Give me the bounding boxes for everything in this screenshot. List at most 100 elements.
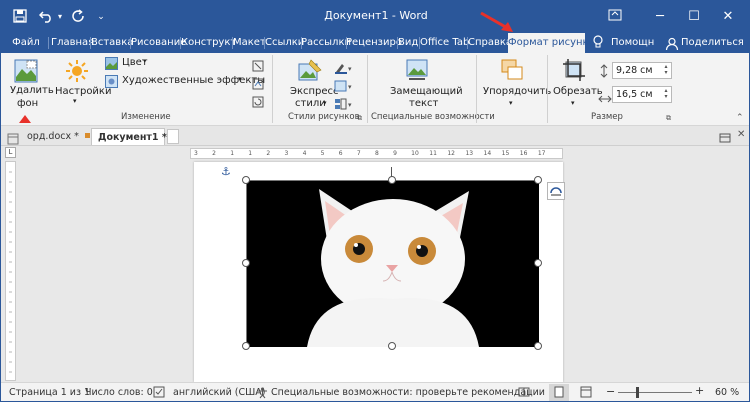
remove-background-button[interactable]: Удалить фон	[5, 55, 54, 119]
web-layout-icon[interactable]	[580, 386, 592, 401]
anchor-icon: ⚓	[221, 165, 231, 178]
height-spinner[interactable]: ▴ ▾	[662, 64, 670, 77]
quick-styles-icon	[298, 59, 322, 81]
accessibility-status[interactable]: Специальные возможности: проверьте реком…	[271, 387, 545, 398]
vertical-ruler-ticks	[9, 171, 12, 373]
tab-mailings[interactable]: Рассылки	[301, 33, 351, 53]
resize-handle[interactable]	[534, 176, 542, 184]
tab-selector-icon[interactable]: L	[5, 147, 16, 158]
proofing-icon[interactable]	[153, 386, 165, 401]
height-icon	[599, 63, 609, 82]
ruler-number: 9	[393, 150, 397, 157]
alt-text-button[interactable]: Замещающий текст	[381, 55, 463, 111]
tab-draw[interactable]: Рисование	[131, 33, 186, 53]
doc-tab-marker-icon	[85, 133, 90, 138]
zoom-in-icon[interactable]: +	[695, 384, 704, 397]
zoom-slider[interactable]	[618, 392, 692, 393]
ruler-number: 7	[356, 150, 361, 157]
doc-tab-active[interactable]: Документ1 *	[91, 128, 167, 145]
height-input[interactable]: 9,28 см ▴ ▾	[612, 62, 672, 79]
picture-border-icon[interactable]: ▾	[334, 59, 354, 78]
artistic-effects-button[interactable]: Художественные эффекты ▾	[105, 75, 265, 90]
focus-mode-icon[interactable]	[518, 386, 530, 401]
word-count[interactable]: Число слов: 0	[85, 387, 153, 398]
tab-tell-me[interactable]: Помощн	[611, 33, 654, 53]
width-input[interactable]: 16,5 см ▴ ▾	[612, 86, 672, 103]
page-count[interactable]: Страница 1 из 1	[9, 387, 90, 398]
chevron-down-icon: ▾	[73, 97, 77, 105]
crop-icon	[563, 59, 585, 81]
picture-effects-icon[interactable]: ▾	[334, 77, 354, 96]
document-page[interactable]: ⚓	[194, 162, 565, 382]
vertical-ruler[interactable]	[5, 161, 16, 381]
tab-help[interactable]: Справка	[468, 33, 512, 53]
tab-references[interactable]: Ссылки	[265, 33, 304, 53]
rotate-handle-stem	[391, 167, 392, 177]
remove-background-icon	[14, 59, 38, 83]
layout-options-button[interactable]	[547, 182, 565, 200]
corrections-button[interactable]: Настройки ▾	[51, 55, 111, 105]
width-spinner[interactable]: ▴ ▾	[662, 88, 670, 101]
arrange-button[interactable]: Упорядочить ▾	[479, 55, 551, 111]
change-picture-icon[interactable]	[252, 75, 264, 94]
dialog-launcher-icon[interactable]: ⧉	[357, 114, 362, 123]
ruler-number: 1	[230, 150, 235, 157]
ribbon-tabs: Файл Главная Вставка Рисование Конструкт…	[1, 33, 749, 53]
tab-review[interactable]: Рецензиро	[346, 33, 402, 53]
tab-file[interactable]: Файл	[9, 33, 43, 53]
svg-text:▾: ▾	[348, 101, 352, 109]
artistic-effects-icon	[105, 75, 118, 88]
print-layout-button[interactable]	[549, 384, 569, 401]
title-bar: ▾ ⌄ Документ1 - Word ─ ☐ ✕	[1, 1, 749, 33]
cat-image	[247, 181, 539, 347]
document-tabs-bar: орд.docx * Документ1 * ✕	[1, 126, 749, 146]
status-bar: Страница 1 из 1 Число слов: 0 английский…	[1, 382, 749, 401]
ruler-number: 6	[338, 150, 343, 157]
resize-handle[interactable]	[534, 259, 542, 267]
resize-handle[interactable]	[242, 176, 250, 184]
resize-handle[interactable]	[242, 342, 250, 350]
compress-icon[interactable]	[252, 57, 264, 76]
width-icon	[598, 89, 612, 108]
color-button[interactable]: Цвет ▾	[105, 57, 151, 72]
resize-handle[interactable]	[242, 259, 250, 267]
doc-tab[interactable]: орд.docx *	[21, 128, 83, 145]
collapse-ribbon-icon[interactable]: ⌃	[736, 113, 744, 123]
cat-picture[interactable]	[246, 180, 539, 347]
language[interactable]: английский (США)	[173, 387, 265, 398]
ruler-number: 2	[212, 150, 216, 157]
horizontal-ruler[interactable]: 3 2 1 1 2 3 4 5 6 7 8 9 10 11 12 13 14 15 16 17	[190, 148, 563, 159]
close-button[interactable]: ✕	[705, 1, 749, 33]
ruler-numbers: 3 2 1 1 2 3 4 5 6 7 8 9 10 11 12 13 14 15 16 17	[191, 149, 562, 158]
zoom-slider-thumb[interactable]	[636, 387, 639, 398]
crop-button[interactable]: Обрезать ▾	[551, 55, 603, 111]
new-tab-button[interactable]	[167, 129, 179, 144]
zoom-level[interactable]: 60 %	[715, 387, 739, 398]
accessibility-icon[interactable]	[256, 386, 269, 401]
size-dialog-launcher-icon[interactable]: ⧉	[666, 114, 671, 123]
zoom-out-icon[interactable]: −	[606, 385, 615, 398]
ruler-number: 1	[248, 150, 253, 157]
tab-design[interactable]: Конструкт	[181, 33, 236, 53]
ribbon: Удалить фон Настройки ▾ Цвет ▾ Художеств…	[1, 53, 749, 126]
tab-insert[interactable]: Вставка	[91, 33, 133, 53]
reset-picture-icon[interactable]	[252, 93, 264, 112]
quick-styles-button[interactable]: Экспресс- стили ▾	[285, 55, 342, 111]
ruler-number: 16	[519, 150, 528, 157]
tab-home[interactable]: Главная	[51, 33, 94, 53]
arrange-icon	[501, 59, 523, 80]
group-adjust-label: Изменение	[121, 112, 171, 122]
tab-office-tab[interactable]: Office Tab	[420, 33, 469, 53]
ruler-number: 14	[483, 150, 492, 157]
close-tab-icon[interactable]: ✕	[737, 129, 745, 140]
resize-handle[interactable]	[388, 342, 396, 350]
share-button[interactable]: Поделиться	[681, 33, 744, 53]
resize-handle[interactable]	[388, 176, 396, 184]
resize-handle[interactable]	[534, 342, 542, 350]
ribbon-display-icon[interactable]	[605, 9, 625, 25]
ruler-number: 15	[501, 150, 510, 157]
ruler-number: 2	[266, 150, 271, 157]
tab-view[interactable]: Вид	[398, 33, 418, 53]
tab-picture-format[interactable]: Формат рисунка	[508, 33, 595, 53]
tab-layout[interactable]: Макет	[233, 33, 266, 53]
